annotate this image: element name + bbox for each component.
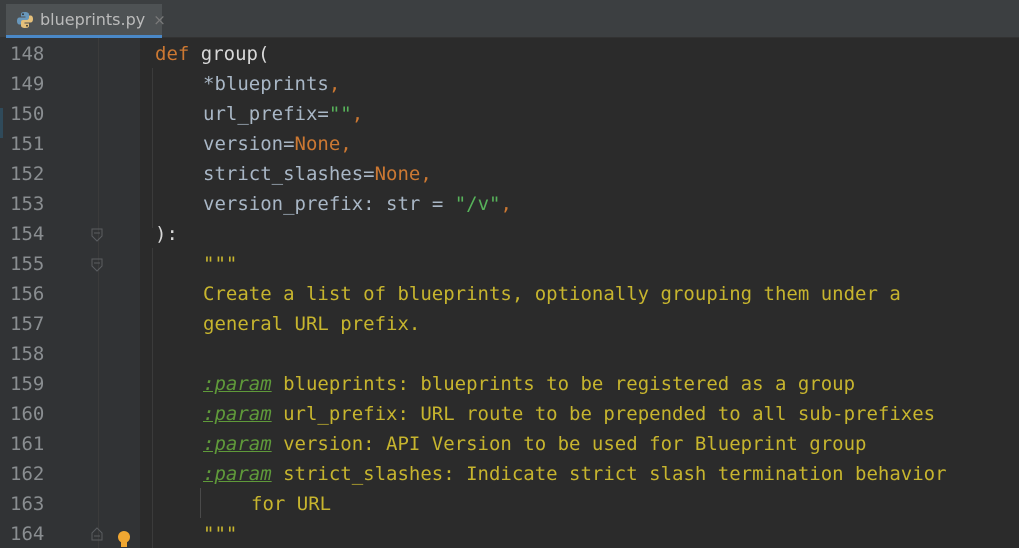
docstring: """ bbox=[203, 253, 238, 275]
punctuation: ): bbox=[155, 223, 178, 245]
code-line-164: """ bbox=[203, 519, 237, 548]
punctuation: , bbox=[340, 133, 352, 155]
line-number: 164 bbox=[10, 523, 45, 545]
indent-guide bbox=[200, 488, 201, 518]
docstring: general URL prefix. bbox=[203, 313, 421, 335]
punctuation: , bbox=[500, 193, 512, 215]
line-number: 149 bbox=[10, 73, 45, 95]
lightbulb-icon[interactable] bbox=[116, 530, 132, 548]
line-number: 163 bbox=[10, 493, 45, 515]
code-line-155: """ bbox=[203, 249, 237, 279]
line-number: 159 bbox=[10, 373, 45, 395]
parameter: version bbox=[203, 133, 284, 155]
keyword: None bbox=[374, 163, 421, 185]
fold-marker[interactable] bbox=[91, 257, 103, 272]
change-marker bbox=[0, 108, 3, 138]
indent-guide bbox=[152, 248, 153, 548]
code-line-156: Create a list of blueprints, optionally … bbox=[203, 279, 901, 309]
parameter: *blueprints bbox=[203, 73, 329, 95]
line-number: 152 bbox=[10, 163, 45, 185]
function-name: group bbox=[200, 43, 258, 65]
fold-marker[interactable] bbox=[91, 227, 103, 242]
tab-blueprints-py[interactable]: blueprints.py × bbox=[6, 4, 166, 38]
docstring: for URL bbox=[251, 493, 332, 515]
punctuation: , bbox=[420, 163, 432, 185]
parameter: strict_slashes bbox=[203, 163, 364, 185]
line-number: 157 bbox=[10, 313, 45, 335]
code-line-151: version=None, bbox=[203, 129, 352, 159]
operator: = bbox=[283, 133, 295, 155]
line-number: 154 bbox=[10, 223, 45, 245]
docstring-param-tag: :param bbox=[203, 373, 272, 395]
code-line-149: *blueprints, bbox=[203, 69, 340, 99]
code-line-157: general URL prefix. bbox=[203, 309, 420, 339]
docstring: strict_slashes: Indicate strict slash te… bbox=[271, 463, 947, 485]
indent-guide bbox=[152, 68, 153, 228]
docstring-param-tag: :param bbox=[203, 463, 272, 485]
code-line-162: :param strict_slashes: Indicate strict s… bbox=[203, 459, 947, 489]
docstring: url_prefix: URL route to be prepended to… bbox=[271, 403, 936, 425]
keyword: None bbox=[294, 133, 341, 155]
code-line-154: ): bbox=[155, 219, 178, 249]
code-line-159: :param blueprints: blueprints to be regi… bbox=[203, 369, 855, 399]
code-line-161: :param version: API Version to be used f… bbox=[203, 429, 866, 459]
docstring: """ bbox=[203, 523, 238, 545]
punctuation: , bbox=[351, 103, 364, 125]
python-file-icon bbox=[16, 11, 34, 29]
code-line-160: :param url_prefix: URL route to be prepe… bbox=[203, 399, 935, 429]
string-literal: "/v" bbox=[454, 193, 501, 215]
operator: = bbox=[317, 103, 329, 125]
indent-guide bbox=[98, 38, 99, 548]
code-line-152: strict_slashes=None, bbox=[203, 159, 432, 189]
punctuation: : bbox=[363, 193, 375, 215]
line-number: 160 bbox=[10, 403, 45, 425]
code-line-163: for URL bbox=[251, 489, 331, 519]
code-line-148: def group( bbox=[155, 39, 269, 69]
line-number: 155 bbox=[10, 253, 45, 275]
code-line-153: version_prefix: str = "/v", bbox=[203, 189, 512, 219]
line-number: 151 bbox=[10, 133, 45, 155]
punctuation: ( bbox=[257, 43, 270, 65]
tab-label: blueprints.py bbox=[40, 10, 146, 29]
punctuation: , bbox=[328, 73, 341, 95]
type-annotation: str bbox=[374, 193, 432, 215]
line-number: 148 bbox=[10, 43, 45, 65]
keyword: def bbox=[155, 43, 190, 65]
parameter: version_prefix bbox=[203, 193, 364, 215]
code-line-150: url_prefix="", bbox=[203, 99, 363, 129]
editor-tab-bar: blueprints.py × bbox=[0, 0, 1019, 38]
docstring: Create a list of blueprints, optionally … bbox=[203, 283, 901, 305]
docstring: blueprints: blueprints to be registered … bbox=[271, 373, 856, 395]
string-literal: "" bbox=[328, 103, 352, 125]
code-editor-window: blueprints.py × 148 149 150 151 152 153 … bbox=[0, 0, 1019, 548]
fold-marker[interactable] bbox=[91, 526, 103, 541]
operator: = bbox=[363, 163, 375, 185]
line-number: 153 bbox=[10, 193, 45, 215]
docstring-param-tag: :param bbox=[203, 433, 272, 455]
line-number: 158 bbox=[10, 343, 45, 365]
line-number: 156 bbox=[10, 283, 45, 305]
line-number: 162 bbox=[10, 463, 45, 485]
operator: = bbox=[431, 193, 444, 215]
parameter: url_prefix bbox=[203, 103, 318, 125]
line-number: 161 bbox=[10, 433, 45, 455]
docstring-param-tag: :param bbox=[203, 403, 272, 425]
line-number: 150 bbox=[10, 103, 45, 125]
docstring: version: API Version to be used for Blue… bbox=[271, 433, 867, 455]
close-icon[interactable]: × bbox=[153, 11, 166, 29]
